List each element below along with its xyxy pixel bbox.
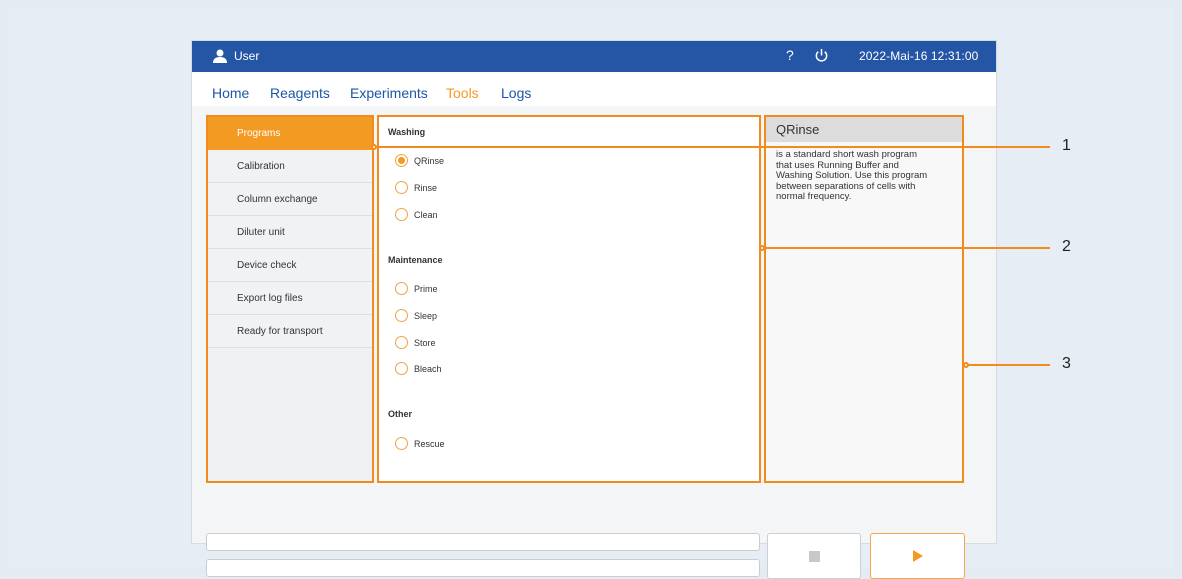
tools-menu: Programs Calibration Column exchange Dil… bbox=[206, 115, 374, 483]
option-clean[interactable]: Clean bbox=[395, 208, 438, 221]
program-list: Washing QRinse Rinse Clean Maintenance P… bbox=[377, 115, 761, 483]
callout-number-3: 3 bbox=[1062, 355, 1071, 372]
option-qrinse[interactable]: QRinse bbox=[395, 154, 444, 167]
start-button[interactable] bbox=[870, 533, 965, 579]
power-icon[interactable] bbox=[814, 48, 829, 63]
top-bar: User ? 2022-Mai-16 12:31:00 bbox=[192, 41, 996, 72]
tab-home[interactable]: Home bbox=[212, 85, 249, 101]
tab-logs[interactable]: Logs bbox=[501, 85, 531, 101]
callout-dot-1 bbox=[371, 144, 377, 150]
app-window: User ? 2022-Mai-16 12:31:00 Home Reagent… bbox=[192, 41, 996, 579]
help-button[interactable]: ? bbox=[786, 47, 794, 63]
status-field-1 bbox=[206, 533, 760, 551]
content-area: Programs Calibration Column exchange Dil… bbox=[192, 106, 996, 579]
option-sleep[interactable]: Sleep bbox=[395, 309, 437, 322]
group-title-other: Other bbox=[388, 409, 413, 419]
option-rinse[interactable]: Rinse bbox=[395, 181, 437, 194]
datetime-display: 2022-Mai-16 12:31:00 bbox=[859, 49, 979, 63]
callout-number-2: 2 bbox=[1062, 238, 1071, 255]
callout-line-2 bbox=[762, 247, 1050, 249]
user-menu[interactable]: User bbox=[212, 49, 259, 63]
callout-dot-2 bbox=[759, 245, 765, 251]
option-label: Store bbox=[414, 337, 436, 348]
option-label: Clean bbox=[414, 209, 438, 220]
menu-item-diluter-unit[interactable]: Diluter unit bbox=[208, 216, 372, 249]
option-rescue[interactable]: Rescue bbox=[395, 437, 445, 450]
tab-experiments[interactable]: Experiments bbox=[350, 85, 428, 101]
menu-item-ready-for-transport[interactable]: Ready for transport bbox=[208, 315, 372, 348]
option-label: Sleep bbox=[414, 310, 438, 321]
option-label: Rinse bbox=[414, 182, 438, 193]
radio-selected-icon[interactable] bbox=[395, 154, 408, 167]
radio-icon[interactable] bbox=[395, 208, 408, 221]
menu-item-export-log-files[interactable]: Export log files bbox=[208, 282, 372, 315]
option-store[interactable]: Store bbox=[395, 336, 436, 349]
stop-icon bbox=[808, 550, 820, 562]
description-title: QRinse bbox=[766, 117, 962, 142]
description-text: is a standard short wash program that us… bbox=[776, 149, 928, 202]
menu-item-device-check[interactable]: Device check bbox=[208, 249, 372, 282]
menu-item-programs[interactable]: Programs bbox=[208, 117, 372, 150]
tab-tools[interactable]: Tools bbox=[446, 85, 479, 101]
group-title-maintenance: Maintenance bbox=[388, 255, 443, 265]
radio-icon[interactable] bbox=[395, 336, 408, 349]
tab-reagents[interactable]: Reagents bbox=[270, 85, 330, 101]
option-bleach[interactable]: Bleach bbox=[395, 362, 442, 375]
play-icon bbox=[912, 550, 923, 562]
option-label: Prime bbox=[414, 283, 438, 294]
user-icon bbox=[213, 49, 227, 63]
radio-icon[interactable] bbox=[395, 309, 408, 322]
menu-item-column-exchange[interactable]: Column exchange bbox=[208, 183, 372, 216]
option-label: Bleach bbox=[414, 363, 442, 374]
option-prime[interactable]: Prime bbox=[395, 282, 438, 295]
main-nav: Home Reagents Experiments Tools Logs bbox=[192, 72, 996, 106]
callout-line-3 bbox=[966, 364, 1050, 366]
stop-button[interactable] bbox=[767, 533, 861, 579]
user-label: User bbox=[234, 49, 260, 63]
radio-icon[interactable] bbox=[395, 362, 408, 375]
option-label: QRinse bbox=[414, 155, 445, 166]
option-label: Rescue bbox=[414, 438, 445, 449]
group-title-washing: Washing bbox=[388, 127, 426, 137]
radio-icon[interactable] bbox=[395, 437, 408, 450]
status-field-2 bbox=[206, 559, 760, 577]
program-description-panel: QRinse is a standard short wash program … bbox=[764, 115, 964, 483]
radio-icon[interactable] bbox=[395, 282, 408, 295]
menu-item-calibration[interactable]: Calibration bbox=[208, 150, 372, 183]
callout-number-1: 1 bbox=[1062, 137, 1071, 154]
callout-dot-3 bbox=[963, 362, 969, 368]
radio-icon[interactable] bbox=[395, 181, 408, 194]
callout-line-1 bbox=[374, 146, 1050, 148]
